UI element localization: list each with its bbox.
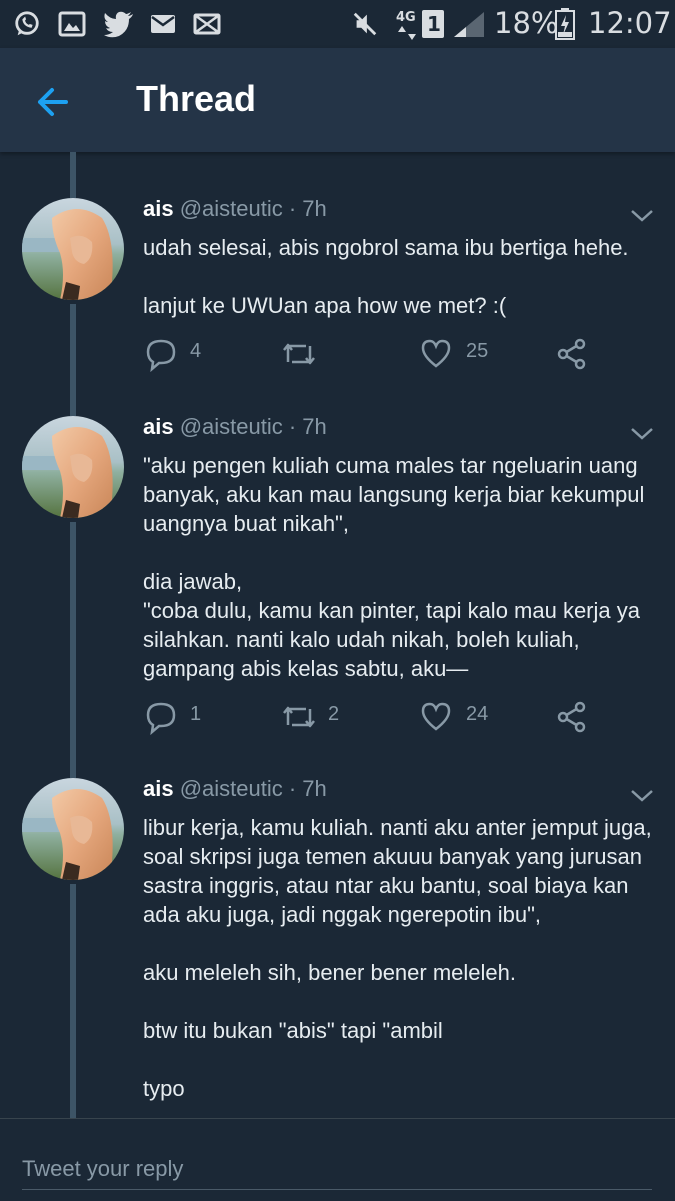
reply-bar <box>0 1118 675 1201</box>
tweet-meta: ais @aisteutic · 7h <box>143 776 327 802</box>
share-icon[interactable] <box>556 699 588 735</box>
handle-time: @aisteutic · 7h <box>179 196 327 221</box>
avatar[interactable] <box>22 416 124 518</box>
tweet-meta: ais @aisteutic · 7h <box>143 196 327 222</box>
status-bar: 4G 1 18% 12:07 <box>0 0 675 48</box>
mail-icon <box>193 13 221 35</box>
back-arrow-icon[interactable] <box>24 74 80 130</box>
share-icon[interactable] <box>556 336 588 372</box>
tweet-meta: ais @aisteutic · 7h <box>143 414 327 440</box>
chevron-down-icon[interactable] <box>630 788 654 804</box>
twitter-icon <box>104 11 133 38</box>
tweet-text: udah selesai, abis ngobrol sama ibu bert… <box>143 235 629 318</box>
thread-line <box>70 152 76 198</box>
sim-number: 1 <box>427 12 441 36</box>
tweet-text: libur kerja, kamu kuliah. nanti aku ante… <box>143 815 652 1101</box>
whatsapp-icon <box>15 11 39 36</box>
sim-badge: 1 <box>422 10 444 38</box>
like-icon[interactable] <box>420 699 452 735</box>
chevron-down-icon[interactable] <box>630 426 654 442</box>
tweet-actions: 1 2 24 <box>0 699 675 739</box>
reply-icon[interactable] <box>145 699 177 735</box>
like-icon[interactable] <box>420 336 452 372</box>
battery-icon <box>555 8 575 40</box>
display-name[interactable]: ais <box>143 414 174 439</box>
thread-line <box>70 884 76 1118</box>
avatar[interactable] <box>22 778 124 880</box>
battery-percent: 18% <box>494 6 559 40</box>
reply-count: 4 <box>190 340 202 362</box>
reply-underline <box>22 1189 652 1190</box>
data-arrows-icon <box>398 26 416 40</box>
display-name[interactable]: ais <box>143 196 174 221</box>
app-bar: Thread <box>0 48 675 152</box>
clock: 12:07 <box>588 6 672 40</box>
handle-time: @aisteutic · 7h <box>179 776 327 801</box>
avatar[interactable] <box>22 198 124 300</box>
reply-icon[interactable] <box>145 336 177 372</box>
tweet-actions: 4 25 <box>0 336 675 376</box>
display-name[interactable]: ais <box>143 776 174 801</box>
page-title: Thread <box>136 78 257 119</box>
reply-input[interactable] <box>22 1147 652 1191</box>
retweet-count: 2 <box>328 703 340 725</box>
mute-icon <box>353 12 377 36</box>
thread-line <box>70 522 76 778</box>
reply-count: 1 <box>190 703 202 725</box>
mail-icon <box>151 15 175 33</box>
network-label: 4G <box>396 10 416 25</box>
chevron-down-icon[interactable] <box>630 208 654 224</box>
handle-time: @aisteutic · 7h <box>179 414 327 439</box>
like-count: 24 <box>466 703 489 725</box>
gallery-icon <box>58 11 86 37</box>
tweet-text: "aku pengen kuliah cuma males tar ngelua… <box>143 453 645 681</box>
retweet-icon[interactable] <box>280 336 318 372</box>
retweet-icon[interactable] <box>280 699 318 735</box>
like-count: 25 <box>466 340 489 362</box>
signal-icon <box>454 12 484 37</box>
